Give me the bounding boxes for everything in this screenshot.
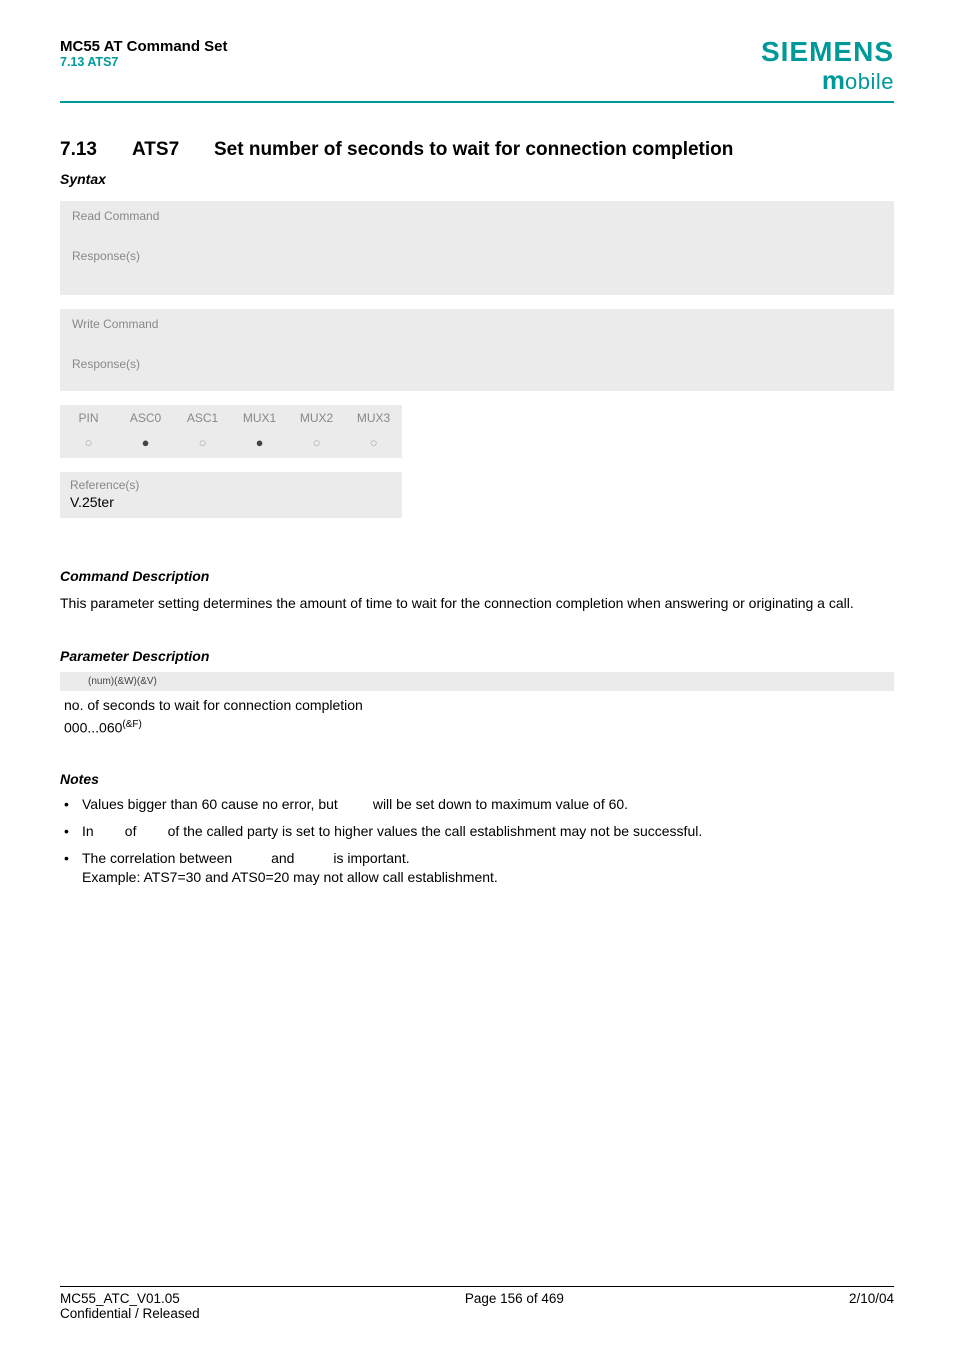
read-command-panel: Read Command Response(s)	[60, 201, 894, 295]
note-text: and	[267, 850, 298, 866]
dot-empty-icon: ○	[345, 431, 402, 458]
reference-label: Reference(s)	[60, 472, 402, 494]
doc-title: MC55 AT Command Set	[60, 38, 228, 55]
grid-header-row: PIN ASC0 ASC1 MUX1 MUX2 MUX3	[60, 405, 402, 431]
read-command-label: Read Command	[60, 201, 894, 241]
reference-value: V.25ter	[60, 494, 402, 518]
footer-confidential: Confidential / Released	[60, 1306, 894, 1321]
parameter-range-base: 000...060	[64, 719, 122, 735]
mobile-logo: mobile	[761, 66, 894, 95]
grid-header-cell: ASC1	[174, 405, 231, 431]
capability-grid: PIN ASC0 ASC1 MUX1 MUX2 MUX3 ○ ● ○ ● ○ ○	[60, 405, 402, 458]
write-command-panel: Write Command Response(s)	[60, 309, 894, 391]
read-response-label: Response(s)	[60, 241, 894, 295]
section-command: ATS7	[132, 139, 214, 161]
header-right: SIEMENS mobile	[761, 38, 894, 95]
section-title: Set number of seconds to wait for connec…	[214, 139, 733, 161]
notes-heading: Notes	[60, 771, 894, 787]
note-item: The correlation between and is important…	[60, 849, 894, 887]
syntax-heading: Syntax	[60, 171, 894, 187]
command-description-heading: Command Description	[60, 568, 894, 584]
footer-divider	[60, 1286, 894, 1287]
write-response-label: Response(s)	[60, 349, 894, 391]
parameter-line: no. of seconds to wait for connection co…	[60, 697, 894, 713]
footer-page: Page 156 of 469	[465, 1291, 564, 1306]
dot-filled-icon: ●	[231, 431, 288, 458]
notes-list: Values bigger than 60 cause no error, bu…	[60, 795, 894, 887]
parameter-attr-bar: (num)(&W)(&V)	[60, 672, 894, 691]
reference-box: Reference(s) V.25ter	[60, 472, 402, 518]
section-number: 7.13	[60, 139, 132, 161]
note-text: The correlation between	[82, 850, 236, 866]
grid-header-cell: PIN	[60, 405, 117, 431]
note-text: Values bigger than 60 cause no error, bu…	[82, 796, 342, 812]
grid-header-cell: MUX2	[288, 405, 345, 431]
footer-row: MC55_ATC_V01.05 Page 156 of 469 2/10/04	[60, 1291, 894, 1306]
dot-empty-icon: ○	[174, 431, 231, 458]
header-divider	[60, 101, 894, 103]
grid-body-row: ○ ● ○ ● ○ ○	[60, 431, 402, 458]
parameter-range: 000...060(&F)	[60, 719, 894, 736]
note-text: Example: ATS7=30 and ATS0=20 may not all…	[82, 869, 498, 885]
mobile-m: m	[822, 65, 845, 95]
mobile-obile: obile	[845, 69, 894, 94]
parameter-description-heading: Parameter Description	[60, 648, 894, 664]
siemens-logo: SIEMENS	[761, 38, 894, 66]
parameter-range-sup: (&F)	[122, 719, 141, 730]
note-text: In	[82, 823, 98, 839]
grid-header-cell: ASC0	[117, 405, 174, 431]
footer-date: 2/10/04	[849, 1291, 894, 1306]
write-command-label: Write Command	[60, 309, 894, 349]
note-text: of the called party is set to higher val…	[164, 823, 703, 839]
note-item: Values bigger than 60 cause no error, bu…	[60, 795, 894, 814]
dot-empty-icon: ○	[288, 431, 345, 458]
header: MC55 AT Command Set 7.13 ATS7 SIEMENS mo…	[60, 38, 894, 95]
footer-version: MC55_ATC_V01.05	[60, 1291, 180, 1306]
grid-header-cell: MUX3	[345, 405, 402, 431]
note-item: In of of the called party is set to high…	[60, 822, 894, 841]
note-text: is important.	[329, 850, 409, 866]
dot-empty-icon: ○	[60, 431, 117, 458]
doc-subtitle: 7.13 ATS7	[60, 55, 228, 69]
section-heading: 7.13 ATS7 Set number of seconds to wait …	[60, 139, 894, 161]
note-text: of	[121, 823, 140, 839]
note-text: will be set down to maximum value of 60.	[369, 796, 628, 812]
grid-header-cell: MUX1	[231, 405, 288, 431]
command-description-body: This parameter setting determines the am…	[60, 594, 894, 612]
dot-filled-icon: ●	[117, 431, 174, 458]
header-left: MC55 AT Command Set 7.13 ATS7	[60, 38, 228, 69]
